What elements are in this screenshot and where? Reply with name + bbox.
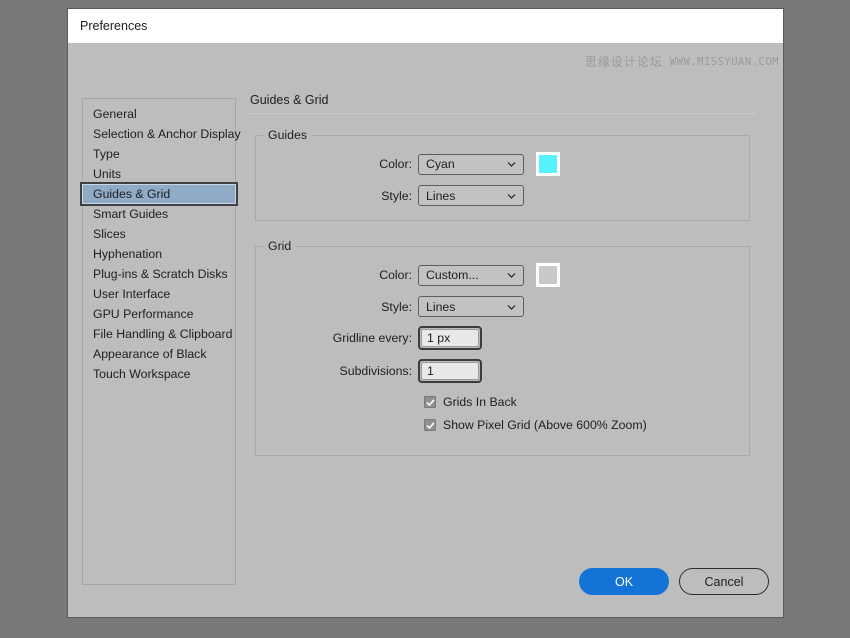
dialog-footer: OK Cancel: [579, 568, 769, 595]
grid-color-value: Custom...: [426, 268, 479, 282]
gridline-every-field-wrap[interactable]: 1 px: [418, 326, 482, 350]
chevron-down-icon: [507, 302, 516, 311]
sidebar-item-hyphenation[interactable]: Hyphenation: [83, 244, 235, 264]
dialog-titlebar: Preferences: [68, 9, 783, 43]
guides-style-value: Lines: [426, 189, 455, 203]
grid-style-row: Style: Lines: [256, 296, 749, 317]
sidebar-item-slices[interactable]: Slices: [83, 224, 235, 244]
guides-color-swatch[interactable]: [536, 152, 560, 176]
sidebar-item-smart-guides[interactable]: Smart Guides: [83, 204, 235, 224]
grid-style-label: Style:: [256, 300, 418, 314]
watermark: 思缘设计论坛 WWW.MISSYUAN.COM: [585, 53, 779, 70]
category-sidebar[interactable]: General Selection & Anchor Display Type …: [82, 98, 236, 585]
grid-color-swatch[interactable]: [536, 263, 560, 287]
guides-group-legend: Guides: [263, 128, 312, 142]
grid-group-legend: Grid: [263, 239, 296, 253]
subdivisions-field-wrap[interactable]: 1: [418, 359, 482, 383]
panel-title: Guides & Grid: [250, 93, 756, 114]
sidebar-item-type[interactable]: Type: [83, 144, 235, 164]
guides-color-label: Color:: [256, 157, 418, 171]
guides-group: Guides Color: Cyan Style:: [255, 128, 750, 221]
desktop-background: Preferences 思缘设计论坛 WWW.MISSYUAN.COM Gene…: [0, 0, 850, 638]
show-pixel-grid-checkbox[interactable]: [424, 419, 436, 431]
cancel-button[interactable]: Cancel: [679, 568, 769, 595]
watermark-cn: 思缘设计论坛: [585, 53, 663, 70]
grid-color-select[interactable]: Custom...: [418, 265, 524, 286]
sidebar-item-appearance-of-black[interactable]: Appearance of Black: [83, 344, 235, 364]
guides-style-label: Style:: [256, 189, 418, 203]
show-pixel-grid-label: Show Pixel Grid (Above 600% Zoom): [443, 418, 647, 432]
guides-style-row: Style: Lines: [256, 185, 749, 206]
sidebar-item-general[interactable]: General: [83, 104, 235, 124]
sidebar-item-touch-workspace[interactable]: Touch Workspace: [83, 364, 235, 384]
grid-group: Grid Color: Custom... Style:: [255, 239, 750, 456]
sidebar-item-file-handling-clipboard[interactable]: File Handling & Clipboard: [83, 324, 235, 344]
settings-panel: Guides & Grid Guides Color: Cyan: [250, 93, 756, 474]
subdivisions-row: Subdivisions: 1: [256, 359, 749, 383]
grids-in-back-row[interactable]: Grids In Back: [424, 395, 749, 409]
guides-color-row: Color: Cyan: [256, 152, 749, 176]
grid-color-row: Color: Custom...: [256, 263, 749, 287]
grids-in-back-checkbox[interactable]: [424, 396, 436, 408]
guides-color-select[interactable]: Cyan: [418, 154, 524, 175]
dialog-body: 思缘设计论坛 WWW.MISSYUAN.COM General Selectio…: [68, 43, 783, 617]
dialog-title: Preferences: [80, 19, 147, 33]
guides-color-value: Cyan: [426, 157, 455, 171]
sidebar-item-guides-grid[interactable]: Guides & Grid: [82, 184, 236, 204]
gridline-every-label: Gridline every:: [256, 331, 418, 345]
grid-style-select[interactable]: Lines: [418, 296, 524, 317]
chevron-down-icon: [507, 271, 516, 280]
gridline-every-row: Gridline every: 1 px: [256, 326, 749, 350]
guides-style-select[interactable]: Lines: [418, 185, 524, 206]
gridline-every-input[interactable]: 1 px: [421, 329, 479, 347]
sidebar-item-selection-anchor-display[interactable]: Selection & Anchor Display: [83, 124, 235, 144]
grid-style-value: Lines: [426, 300, 455, 314]
show-pixel-grid-row[interactable]: Show Pixel Grid (Above 600% Zoom): [424, 418, 749, 432]
chevron-down-icon: [507, 160, 516, 169]
preferences-dialog: Preferences 思缘设计论坛 WWW.MISSYUAN.COM Gene…: [68, 9, 783, 617]
sidebar-item-units[interactable]: Units: [83, 164, 235, 184]
sidebar-item-plugins-scratch-disks[interactable]: Plug-ins & Scratch Disks: [83, 264, 235, 284]
chevron-down-icon: [507, 191, 516, 200]
sidebar-item-gpu-performance[interactable]: GPU Performance: [83, 304, 235, 324]
grid-color-label: Color:: [256, 268, 418, 282]
subdivisions-input[interactable]: 1: [421, 362, 479, 380]
ok-button[interactable]: OK: [579, 568, 669, 595]
subdivisions-label: Subdivisions:: [256, 364, 418, 378]
grids-in-back-label: Grids In Back: [443, 395, 517, 409]
sidebar-item-user-interface[interactable]: User Interface: [83, 284, 235, 304]
watermark-en: WWW.MISSYUAN.COM: [670, 56, 779, 68]
